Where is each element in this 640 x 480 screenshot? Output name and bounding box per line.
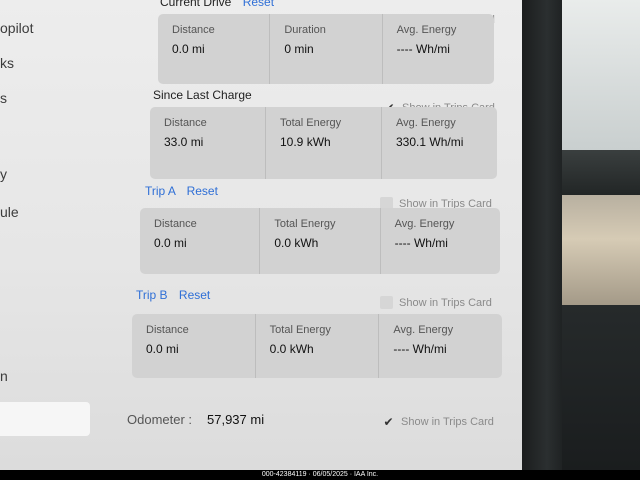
sidebar-item-display[interactable]: y — [0, 166, 7, 182]
stat-value: 0 min — [284, 42, 314, 56]
stat-value: 330.1 Wh/mi — [396, 135, 464, 149]
stat-label: Distance — [164, 117, 207, 129]
trip-b-reset-button[interactable]: Reset — [179, 288, 210, 302]
stat-total-energy: Total Energy 0.0 kWh — [256, 314, 380, 378]
current-drive-title: Current Drive — [160, 0, 232, 9]
stat-value: 10.9 kWh — [280, 135, 331, 149]
settings-sidebar: opilot ks s y ule n — [0, 0, 120, 470]
stat-value: 0.0 kWh — [269, 342, 314, 356]
stat-value: 0.0 mi — [172, 42, 205, 56]
stat-value: ---- Wh/mi — [394, 236, 448, 250]
watermark-footer: 000-42384119 · 06/05/2025 · IAA Inc. — [0, 470, 640, 480]
trip-b-title: Trip B — [136, 288, 168, 302]
stat-value: 0.0 mi — [154, 236, 187, 250]
stat-value: 0.0 kWh — [274, 236, 319, 250]
screen-bezel — [520, 0, 565, 470]
stat-label: Avg. Energy — [394, 218, 455, 230]
odometer-value: 57,937 mi — [207, 412, 265, 427]
sidebar-item-autopilot[interactable]: opilot — [0, 20, 33, 36]
empty-checkbox-icon — [380, 296, 393, 309]
touchscreen: opilot ks s y ule n Current Drive Reset … — [0, 0, 522, 470]
trip-a-header: Trip A Reset — [145, 184, 218, 198]
stat-value: ---- Wh/mi — [396, 42, 450, 56]
odometer-show-toggle[interactable]: ✔ Show in Trips Card — [382, 414, 494, 429]
show-in-trips-label: Show in Trips Card — [399, 296, 492, 309]
since-last-charge-header: Since Last Charge — [153, 88, 252, 102]
trip-a-card: Distance 0.0 mi Total Energy 0.0 kWh Avg… — [140, 208, 500, 274]
trip-a-reset-button[interactable]: Reset — [187, 184, 218, 198]
stat-value: ---- Wh/mi — [393, 342, 447, 356]
stat-label: Total Energy — [280, 117, 342, 129]
stat-value: 0.0 mi — [146, 342, 179, 356]
stat-total-energy: Total Energy 0.0 kWh — [260, 208, 381, 274]
current-drive-reset-button[interactable]: Reset — [243, 0, 274, 9]
stat-duration: Duration 0 min — [270, 14, 383, 84]
sidebar-item-partial[interactable]: n — [0, 368, 8, 384]
dashboard-lower — [562, 305, 640, 470]
stat-label: Total Energy — [274, 218, 336, 230]
since-last-charge-title: Since Last Charge — [153, 88, 252, 102]
stat-total-energy: Total Energy 10.9 kWh — [266, 107, 382, 179]
dashboard-vent — [562, 150, 640, 195]
checkmark-icon: ✔ — [383, 414, 394, 429]
stat-label: Avg. Energy — [396, 117, 456, 129]
stat-label: Distance — [146, 324, 189, 336]
stat-label: Avg. Energy — [393, 324, 454, 336]
stat-label: Avg. Energy — [396, 24, 457, 36]
stat-label: Distance — [154, 218, 197, 230]
sidebar-selected-item[interactable] — [0, 402, 90, 436]
sidebar-item-lights[interactable]: s — [0, 90, 7, 106]
trip-b-show-toggle[interactable]: Show in Trips Card — [380, 296, 492, 309]
stat-avg-energy: Avg. Energy ---- Wh/mi — [379, 314, 502, 378]
odometer-label: Odometer : — [127, 412, 193, 427]
window-background — [562, 0, 640, 150]
stat-distance: Distance 0.0 mi — [140, 208, 261, 274]
stat-value: 33.0 mi — [164, 135, 204, 149]
stat-avg-energy: Avg. Energy ---- Wh/mi — [383, 14, 494, 84]
stat-label: Distance — [172, 24, 215, 36]
trip-a-title: Trip A — [145, 184, 176, 198]
since-last-charge-card: Distance 33.0 mi Total Energy 10.9 kWh A… — [150, 107, 497, 179]
dashboard-trim — [562, 195, 640, 305]
sidebar-item-locks[interactable]: ks — [0, 55, 14, 71]
stat-distance: Distance 0.0 mi — [132, 314, 256, 378]
stat-avg-energy: Avg. Energy 330.1 Wh/mi — [382, 107, 497, 179]
current-drive-header: Current Drive Reset — [160, 0, 274, 9]
trip-b-card: Distance 0.0 mi Total Energy 0.0 kWh Avg… — [132, 314, 502, 378]
stat-avg-energy: Avg. Energy ---- Wh/mi — [381, 208, 500, 274]
current-drive-card: Distance 0.0 mi Duration 0 min Avg. Ener… — [158, 14, 494, 84]
stat-distance: Distance 33.0 mi — [150, 107, 266, 179]
sidebar-item-schedule[interactable]: ule — [0, 204, 19, 220]
stat-distance: Distance 0.0 mi — [158, 14, 271, 84]
stat-label: Total Energy — [269, 324, 331, 336]
show-in-trips-label: Show in Trips Card — [401, 415, 494, 428]
stat-label: Duration — [284, 24, 326, 36]
trip-b-header: Trip B Reset — [136, 288, 210, 302]
